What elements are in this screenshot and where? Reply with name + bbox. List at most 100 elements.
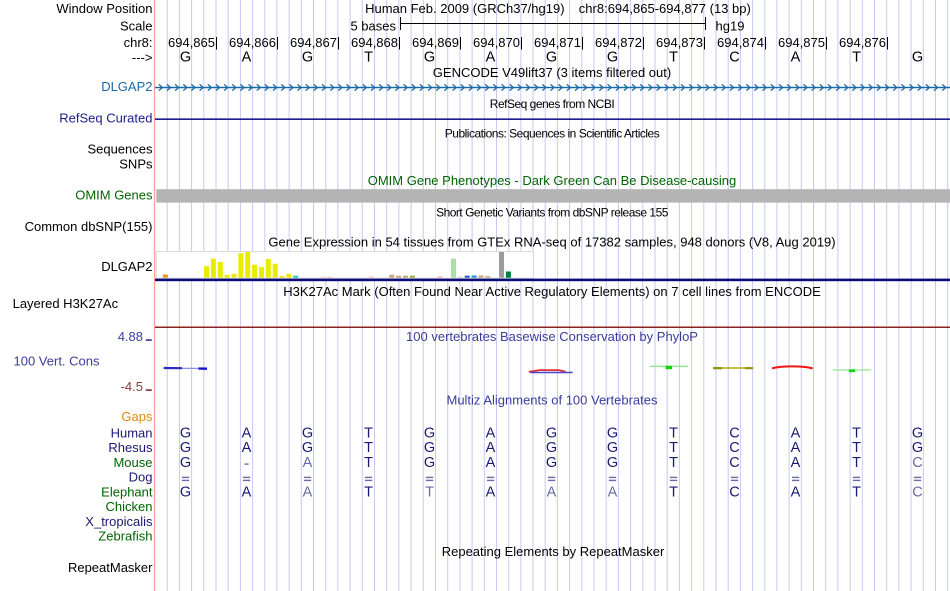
svg-text:Rhesus: Rhesus [108,440,153,455]
svg-text:A: A [486,455,496,471]
svg-text:694,868: 694,868 [351,35,398,50]
svg-text:100 Vert. Cons: 100 Vert. Cons [14,353,100,368]
svg-text:694,871: 694,871 [534,35,581,50]
svg-text:T: T [852,425,861,441]
svg-text:RepeatMasker: RepeatMasker [68,560,153,575]
svg-text:G: G [912,425,923,441]
svg-text:694,873: 694,873 [656,35,703,50]
svg-text:T: T [852,484,861,500]
svg-text:A: A [608,484,618,500]
svg-text:Sequences: Sequences [87,142,153,157]
svg-text:SNPs: SNPs [119,157,153,172]
svg-text:A: A [791,49,801,65]
svg-text:--->: ---> [132,50,153,65]
svg-text:A: A [242,425,252,441]
svg-text:C: C [729,455,739,471]
svg-text:694,865: 694,865 [168,35,215,50]
svg-text:G: G [607,49,618,65]
svg-text:OMIM Genes: OMIM Genes [75,188,153,203]
svg-text:DLGAP2: DLGAP2 [101,79,152,94]
svg-text:G: G [546,455,557,471]
svg-text:G: G [180,49,191,65]
svg-text:C: C [729,484,739,500]
svg-text:694,870: 694,870 [473,35,520,50]
svg-text:A: A [486,49,496,65]
svg-text:T: T [852,440,861,456]
svg-text:G: G [180,455,191,471]
svg-text:Repeating Elements by RepeatMa: Repeating Elements by RepeatMasker [442,544,665,559]
svg-text:T: T [364,49,373,65]
svg-text:T: T [364,425,373,441]
svg-text:GENCODE V49lift37 (3 items fil: GENCODE V49lift37 (3 items filtered out) [433,65,671,80]
svg-text:Window Position: Window Position [56,1,152,16]
svg-text:G: G [424,440,435,456]
svg-text:694,875: 694,875 [778,35,825,50]
svg-text:Dog: Dog [129,470,153,485]
svg-text:-4.5: -4.5 [121,379,143,394]
svg-text:RefSeq Curated: RefSeq Curated [59,111,152,126]
svg-text:G: G [912,49,923,65]
svg-text:C: C [729,425,739,441]
svg-text:T: T [852,49,861,65]
svg-text:T: T [669,455,678,471]
svg-text:DLGAP2: DLGAP2 [101,259,152,274]
svg-text:694,874: 694,874 [717,35,764,50]
svg-text:G: G [607,440,618,456]
svg-text:694,876: 694,876 [839,35,886,50]
svg-text:Publications: Sequences in Sci: Publications: Sequences in Scientific Ar… [445,127,660,141]
svg-text:T: T [669,49,678,65]
svg-text:G: G [424,49,435,65]
svg-text:RefSeq genes from NCBI: RefSeq genes from NCBI [490,97,615,111]
svg-text:A: A [242,49,252,65]
svg-text:G: G [180,425,191,441]
svg-text:Chicken: Chicken [106,499,153,514]
svg-text:T: T [364,484,373,500]
svg-text:A: A [486,440,496,456]
svg-text:G: G [912,440,923,456]
svg-text:Gaps: Gaps [121,409,153,424]
svg-text:H3K27Ac Mark (Often Found Near: H3K27Ac Mark (Often Found Near Active Re… [283,284,821,299]
svg-text:A: A [242,440,252,456]
svg-text:Short Genetic Variants from db: Short Genetic Variants from dbSNP releas… [436,205,669,219]
svg-text:G: G [424,455,435,471]
svg-text:chr8:: chr8: [124,35,153,50]
svg-text:Common dbSNP(155): Common dbSNP(155) [25,219,153,234]
svg-text:G: G [180,440,191,456]
svg-text:100 vertebrates Basewise Conse: 100 vertebrates Basewise Conservation by… [406,329,698,344]
svg-text:A: A [486,425,496,441]
svg-text:A: A [791,484,801,500]
svg-text:T: T [669,484,678,500]
svg-text:Gene Expression in 54 tissues: Gene Expression in 54 tissues from GTEx … [268,235,835,250]
svg-text:A: A [486,484,496,500]
svg-text:5 bases: 5 bases [350,18,396,33]
svg-text:T: T [852,455,861,471]
svg-text:Zebrafish: Zebrafish [98,529,152,544]
svg-text:G: G [607,455,618,471]
svg-text:Human Feb. 2009 (GRCh37/hg19): Human Feb. 2009 (GRCh37/hg19) [365,1,564,16]
svg-text:T: T [425,484,434,500]
svg-text:Multiz Alignments of 100 Verte: Multiz Alignments of 100 Vertebrates [446,392,658,407]
svg-text:C: C [912,484,922,500]
svg-text:chr8:694,865-694,877 (13 bp): chr8:694,865-694,877 (13 bp) [579,1,751,16]
svg-text:694,867: 694,867 [290,35,337,50]
svg-text:T: T [669,425,678,441]
svg-text:Layered H3K27Ac: Layered H3K27Ac [13,296,119,311]
svg-text:Mouse: Mouse [113,455,152,470]
svg-text:4.88: 4.88 [118,329,143,344]
svg-text:hg19: hg19 [716,18,745,33]
svg-text:G: G [180,484,191,500]
svg-text:Scale: Scale [120,18,153,33]
svg-text:A: A [242,484,252,500]
svg-text:G: G [302,425,313,441]
svg-text:G: G [546,425,557,441]
svg-text:G: G [546,440,557,456]
svg-text:Elephant: Elephant [101,484,153,499]
svg-text:OMIM Gene Phenotypes - Dark Gr: OMIM Gene Phenotypes - Dark Green Can Be… [368,173,737,188]
svg-text:G: G [302,49,313,65]
svg-text:X_tropicalis: X_tropicalis [85,514,153,529]
svg-text:A: A [791,455,801,471]
svg-text:694,872: 694,872 [595,35,642,50]
svg-text:A: A [303,484,313,500]
svg-text:T: T [364,455,373,471]
svg-text:Human: Human [111,425,153,440]
